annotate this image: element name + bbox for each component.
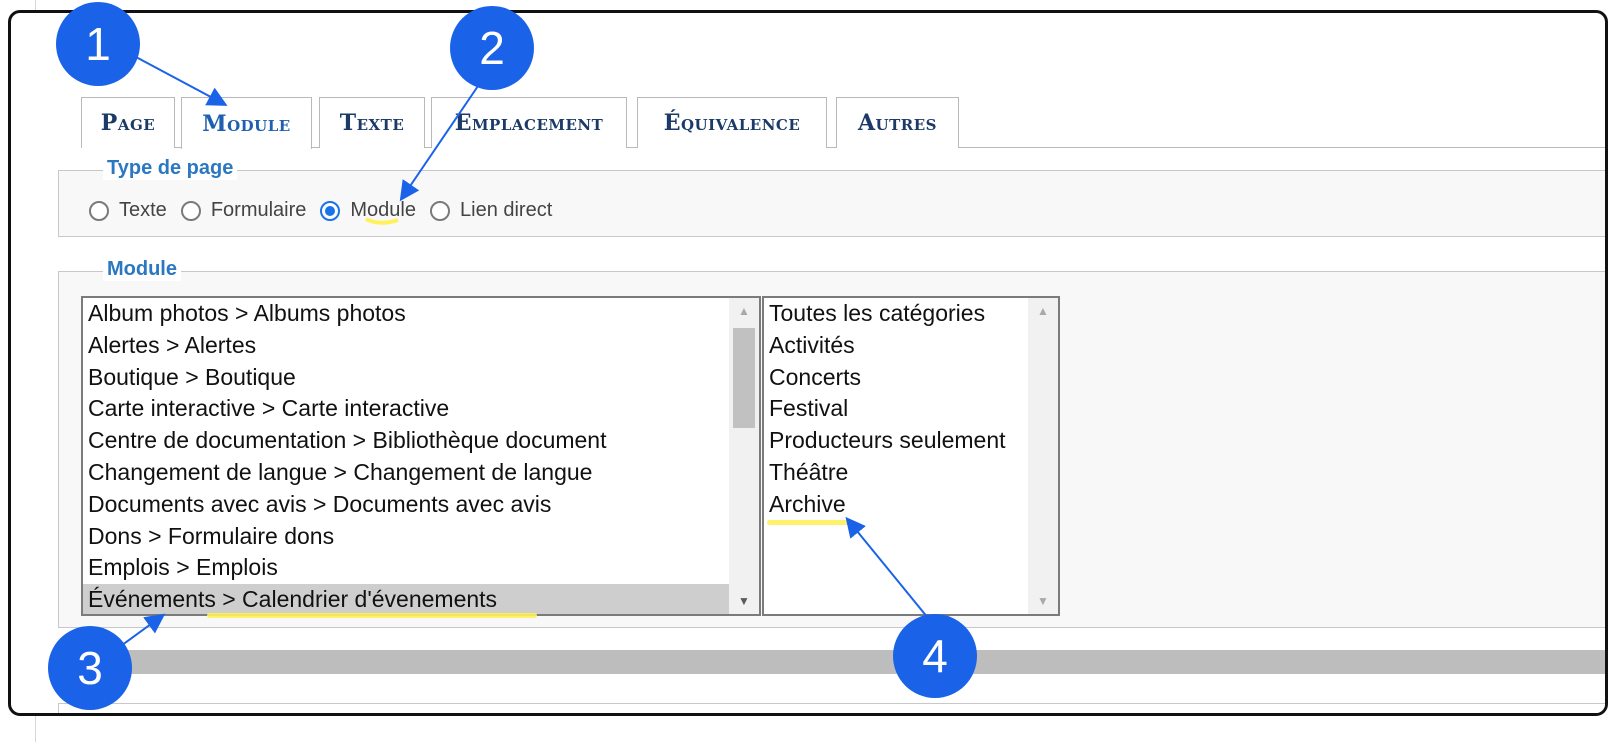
- list-item[interactable]: Album photos > Albums photos: [83, 298, 759, 330]
- radio-formulaire-label[interactable]: Formulaire: [211, 199, 307, 222]
- radio-module[interactable]: [320, 200, 341, 221]
- tab-texte[interactable]: Texte: [319, 97, 425, 148]
- annotation-badge-3: 3: [48, 626, 132, 710]
- tab-autres[interactable]: Autres: [836, 97, 959, 148]
- tab-module[interactable]: Module: [181, 97, 312, 149]
- list-item[interactable]: Activités: [764, 330, 1058, 362]
- radio-formulaire[interactable]: [180, 200, 201, 221]
- archive-highlight: [767, 520, 853, 525]
- list-item[interactable]: Changement de langue > Changement de lan…: [83, 457, 759, 489]
- list-item[interactable]: Documents avec avis > Documents avec avi…: [83, 489, 759, 521]
- page-type-radio-group: Texte Formulaire Module Lien direct: [89, 199, 566, 222]
- divider-bar: [121, 650, 1605, 674]
- radio-texte-label[interactable]: Texte: [119, 199, 167, 222]
- scroll-up-icon[interactable]: ▲: [729, 300, 759, 322]
- tab-equivalence[interactable]: Équivalence: [637, 97, 827, 148]
- category-listbox[interactable]: Toutes les catégories Activités Concerts…: [762, 296, 1060, 616]
- module-listbox[interactable]: Album photos > Albums photos Alertes > A…: [81, 296, 761, 616]
- radio-texte[interactable]: [89, 200, 109, 221]
- list-item-selected[interactable]: Événements > Calendrier d'évenements: [83, 584, 759, 614]
- list-item[interactable]: Producteurs seulement: [764, 425, 1058, 457]
- tab-emplacement[interactable]: Emplacement: [431, 97, 627, 148]
- radio-lien-direct[interactable]: [430, 200, 450, 221]
- list-item[interactable]: Dons > Formulaire dons: [83, 521, 759, 553]
- radio-lien-direct-label[interactable]: Lien direct: [460, 199, 552, 222]
- scroll-thumb[interactable]: [733, 328, 755, 428]
- list-item[interactable]: Centre de documentation > Bibliothèque d…: [83, 425, 759, 457]
- radio-module-label[interactable]: Module: [350, 199, 416, 222]
- scroll-down-icon[interactable]: ▼: [1028, 590, 1058, 612]
- list-item[interactable]: Concerts: [764, 362, 1058, 394]
- list-item[interactable]: Festival: [764, 393, 1058, 425]
- list-item[interactable]: Emplois > Emplois: [83, 552, 759, 584]
- bottom-panel: [58, 703, 1605, 713]
- list-item[interactable]: Théâtre: [764, 457, 1058, 489]
- type-de-page-fieldset: Type de page Texte Formulaire Module Lie…: [58, 157, 1605, 237]
- module-legend: Module: [103, 258, 181, 281]
- list-item[interactable]: Carte interactive > Carte interactive: [83, 393, 759, 425]
- scroll-up-icon[interactable]: ▲: [1028, 300, 1058, 322]
- selected-module-highlight: [207, 613, 537, 618]
- type-de-page-legend: Type de page: [103, 157, 238, 180]
- screenshot-frame: Page Module Texte Emplacement Équivalenc…: [8, 10, 1608, 716]
- list-item[interactable]: Alertes > Alertes: [83, 330, 759, 362]
- annotation-badge-1: 1: [56, 2, 140, 86]
- tab-page[interactable]: Page: [81, 97, 175, 148]
- annotation-badge-2: 2: [450, 6, 534, 90]
- list-item[interactable]: Boutique > Boutique: [83, 362, 759, 394]
- module-fieldset: Module Album photos > Albums photos Aler…: [58, 258, 1605, 628]
- annotation-badge-4: 4: [893, 614, 977, 698]
- list-item[interactable]: Archive: [764, 489, 1058, 521]
- list-item[interactable]: Toutes les catégories: [764, 298, 1058, 330]
- scroll-down-icon[interactable]: ▼: [729, 590, 759, 612]
- category-listbox-scrollbar[interactable]: ▲ ▼: [1028, 298, 1058, 614]
- module-listbox-scrollbar[interactable]: ▲ ▼: [729, 298, 759, 614]
